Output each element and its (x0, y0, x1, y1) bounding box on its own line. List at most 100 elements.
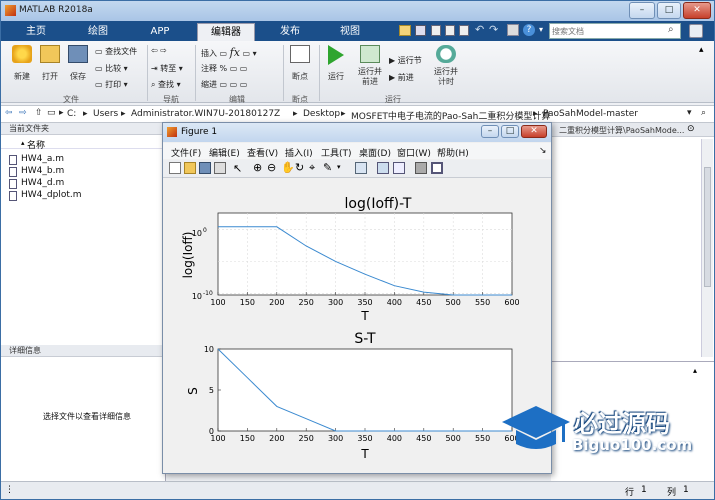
plots-svg[interactable]: log(Ioff)-T 100 150 200 250 300 350 400 450 500 5… (164, 179, 550, 473)
menu-dock-icon[interactable]: ↘ (539, 146, 547, 156)
scrollbar-thumb[interactable] (704, 167, 711, 287)
scroll-up-icon[interactable]: ▴ (693, 366, 697, 375)
open-button[interactable]: 打开 (37, 45, 63, 82)
comment-button[interactable]: 注释 % ▭ ▭ (201, 63, 247, 74)
print-button[interactable]: ▭ 打印 ▾ (95, 79, 128, 90)
save-figure-icon[interactable] (199, 162, 211, 174)
path-segment[interactable]: C: (67, 109, 76, 119)
run-section-button[interactable]: ▶ 运行节 (389, 55, 422, 66)
paste-icon[interactable] (459, 25, 469, 36)
hide-tools-icon[interactable] (415, 162, 427, 174)
data-cursor-icon[interactable]: ⌖ (309, 161, 315, 175)
find-button[interactable]: ⌕ 查找 ▾ (151, 79, 181, 90)
advance-button[interactable]: ▶ 前进 (389, 72, 414, 83)
address-search-icon[interactable]: ⌕ (701, 108, 706, 118)
menu-window[interactable]: 窗口(W) (397, 146, 431, 159)
status-dropdown-icon[interactable]: ⋮ (5, 485, 14, 495)
close-button[interactable]: ✕ (683, 2, 711, 19)
search-input[interactable] (552, 25, 662, 37)
tab-home[interactable]: 主页 (11, 23, 61, 41)
forward-icon[interactable]: ⇨ (19, 108, 27, 118)
nav-back-forward[interactable]: ⇦ ⇨ (151, 46, 167, 55)
path-segment[interactable]: Desktop (303, 109, 340, 119)
maximize-button[interactable]: □ (657, 2, 681, 19)
breakpoints-button[interactable]: 断点 (287, 45, 313, 82)
show-tools-icon[interactable] (431, 162, 443, 174)
panel-menu-icon[interactable]: ⊙ (687, 124, 695, 134)
figure-title-bar[interactable]: Figure 1 – □ ✕ (163, 123, 551, 142)
search-box[interactable]: ⌕ (549, 23, 681, 39)
colorbar-icon[interactable] (377, 162, 389, 174)
run-and-time-button[interactable]: 运行并 计时 (431, 45, 461, 87)
path-segment[interactable]: Administrator.WIN7U-20180127Z (131, 109, 280, 119)
tab-publish[interactable]: 发布 (263, 23, 317, 41)
details-header[interactable]: 详细信息 (1, 345, 165, 357)
file-item[interactable]: HW4_d.m (9, 178, 64, 189)
rotate-icon[interactable]: ↻ (295, 161, 304, 174)
menu-file[interactable]: 文件(F) (171, 146, 201, 159)
goto-button[interactable]: ⇥ 转至 ▾ (151, 63, 183, 74)
copy-icon[interactable] (445, 25, 455, 36)
menu-tools[interactable]: 工具(T) (321, 146, 352, 159)
brush-dropdown-icon[interactable]: ▾ (337, 163, 341, 171)
open-file-icon[interactable] (184, 162, 196, 174)
find-files-button[interactable]: ▭ 查找文件 (95, 46, 137, 57)
tab-editor[interactable]: 编辑器 (197, 23, 255, 41)
pan-icon[interactable]: ✋ (281, 161, 295, 174)
minimize-button[interactable]: – (629, 2, 655, 19)
search-icon[interactable]: ⌕ (668, 24, 674, 35)
help-icon[interactable]: ? (523, 24, 535, 36)
cut-icon[interactable] (431, 25, 441, 36)
print-figure-icon[interactable] (214, 162, 226, 174)
up-folder-icon[interactable]: ⇧ (35, 108, 43, 118)
tab-plots[interactable]: 绘图 (73, 23, 123, 41)
file-item[interactable]: HW4_dplot.m (9, 190, 81, 201)
name-column-header[interactable]: 名称 (27, 138, 45, 151)
menu-help[interactable]: 帮助(H) (437, 146, 469, 159)
legend-icon[interactable] (393, 162, 405, 174)
redo-icon[interactable]: ↷ (489, 23, 498, 36)
path-segment[interactable]: Users (93, 109, 118, 119)
menu-view[interactable]: 查看(V) (247, 146, 278, 159)
file-item[interactable]: HW4_a.m (9, 154, 64, 165)
folder-icon[interactable] (399, 25, 411, 36)
pointer-icon[interactable]: ↖ (233, 162, 242, 175)
menu-insert[interactable]: 插入(I) (285, 146, 313, 159)
figure-minimize-button[interactable]: – (481, 125, 499, 138)
chevron-down-icon[interactable]: ▾ (687, 108, 692, 118)
collapse-ribbon-icon[interactable]: ▴ (699, 45, 704, 55)
save-button[interactable]: 保存 (65, 45, 91, 82)
figure-close-button[interactable]: ✕ (521, 125, 547, 138)
save-icon[interactable] (415, 25, 426, 36)
tab-apps[interactable]: APP (135, 23, 185, 41)
tab-view[interactable]: 视图 (323, 23, 377, 41)
menu-edit[interactable]: 编辑(E) (209, 146, 240, 159)
figure-window[interactable]: Figure 1 – □ ✕ 文件(F) 编辑(E) 查看(V) 插入(I) 工… (162, 122, 552, 474)
chevron-down-icon[interactable]: ▾ (539, 25, 543, 34)
run-button[interactable]: 运行 (323, 45, 349, 82)
user-icon[interactable] (689, 24, 703, 38)
menu-desktop[interactable]: 桌面(D) (359, 146, 391, 159)
insert-button[interactable]: 插入 ▭ fx ▭ ▾ (201, 46, 257, 59)
indent-button[interactable]: 缩进 ▭ ▭ ▭ (201, 79, 247, 90)
folder-dropdown-icon[interactable]: ▸ (59, 108, 64, 118)
file-item[interactable]: HW4_b.m (9, 166, 64, 177)
column-header[interactable]: 名称 ▴ (1, 137, 165, 151)
new-figure-icon[interactable] (169, 162, 181, 174)
zoom-in-icon[interactable]: ⊕ (253, 161, 262, 174)
back-icon[interactable]: ⇦ (5, 108, 13, 118)
compare-button[interactable]: ▭ 比较 ▾ (95, 63, 128, 74)
brush-icon[interactable]: ✎ (323, 161, 332, 174)
link-plot-icon[interactable] (355, 162, 367, 174)
path-segment[interactable]: MOSFET中电子电流的Pao-Sah二重积分模型计算 (351, 109, 550, 122)
browse-icon[interactable]: ▭ (47, 108, 56, 118)
run-advance-button[interactable]: 运行并 前进 (355, 45, 385, 87)
figure-maximize-button[interactable]: □ (501, 125, 519, 138)
path-segment[interactable]: PaoSahModel-master (543, 109, 638, 119)
zoom-out-icon[interactable]: ⊖ (267, 161, 276, 174)
address-bar[interactable]: ⇦ ⇨ ⇧ ▭ ▸ C: ▸ Users ▸ Administrator.WIN… (1, 105, 714, 123)
new-button[interactable]: 新建 (9, 45, 35, 82)
switch-windows-icon[interactable] (507, 24, 519, 36)
undo-icon[interactable]: ↶ (475, 23, 484, 36)
editor-scrollbar[interactable] (701, 139, 713, 357)
